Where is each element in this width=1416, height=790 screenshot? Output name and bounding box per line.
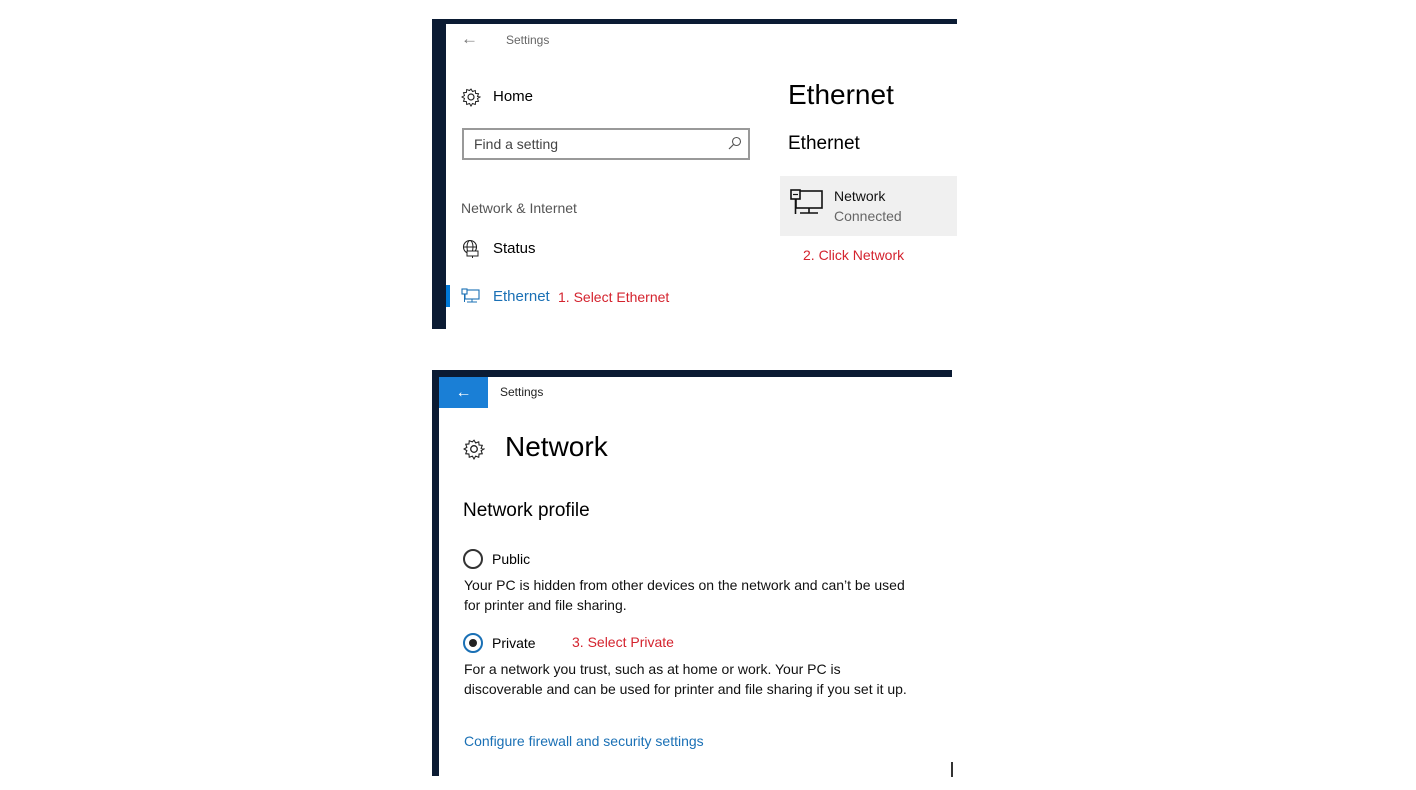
back-button[interactable]: ←	[439, 377, 488, 408]
status-label: Status	[493, 240, 536, 257]
back-arrow-icon[interactable]: ←	[461, 29, 478, 49]
network-settings-window: ← Settings Network Network profile Publi…	[432, 370, 952, 776]
radio-button-public[interactable]	[463, 549, 483, 569]
page-title: Ethernet	[788, 79, 894, 110]
network-card[interactable]: Network Connected	[780, 176, 957, 236]
section-heading: Network profile	[463, 500, 590, 521]
window-title: Settings	[500, 385, 544, 399]
monitor-network-icon	[790, 189, 823, 214]
annotation-step3: 3. Select Private	[572, 634, 674, 650]
globe-icon	[462, 239, 479, 258]
section-heading: Ethernet	[788, 133, 860, 154]
home-label: Home	[493, 88, 534, 105]
window-border-left	[432, 19, 446, 329]
section-label: Network & Internet	[461, 200, 577, 216]
radio-button-private[interactable]	[463, 633, 483, 653]
public-description: Your PC is hidden from other devices on …	[464, 577, 905, 613]
window-title: Settings	[506, 33, 550, 47]
page-title: Network	[505, 431, 608, 462]
home-nav-item[interactable]: Home	[461, 87, 533, 112]
network-status: Connected	[834, 208, 902, 224]
radio-label-public: Public	[492, 551, 531, 567]
search-icon[interactable]	[728, 136, 742, 150]
private-description: For a network you trust, such as at home…	[464, 661, 907, 697]
back-arrow-icon: ←	[455, 383, 472, 401]
search-input[interactable]: Find a setting	[462, 128, 750, 160]
window-border-left	[432, 370, 439, 776]
sidebar-item-ethernet[interactable]: Ethernet	[461, 287, 550, 312]
firewall-settings-link[interactable]: Configure firewall and security settings	[464, 733, 704, 749]
text-cursor	[951, 762, 953, 777]
ethernet-icon	[461, 288, 480, 303]
sidebar-item-status[interactable]: Status	[461, 239, 536, 264]
network-name: Network	[834, 188, 886, 204]
window-border-top	[432, 370, 952, 377]
annotation-step2: 2. Click Network	[803, 247, 905, 263]
ethernet-label: Ethernet	[493, 288, 550, 305]
gear-icon	[461, 88, 482, 107]
radio-label-private: Private	[492, 635, 536, 651]
radio-dot	[469, 639, 477, 647]
search-placeholder: Find a setting	[474, 136, 559, 152]
gear-icon	[463, 439, 485, 460]
selection-indicator	[446, 285, 450, 307]
annotation-step1: 1. Select Ethernet	[558, 289, 670, 305]
window-border-top	[432, 19, 957, 24]
ethernet-settings-window: ← Settings Home Find a setting Network &…	[432, 19, 957, 329]
